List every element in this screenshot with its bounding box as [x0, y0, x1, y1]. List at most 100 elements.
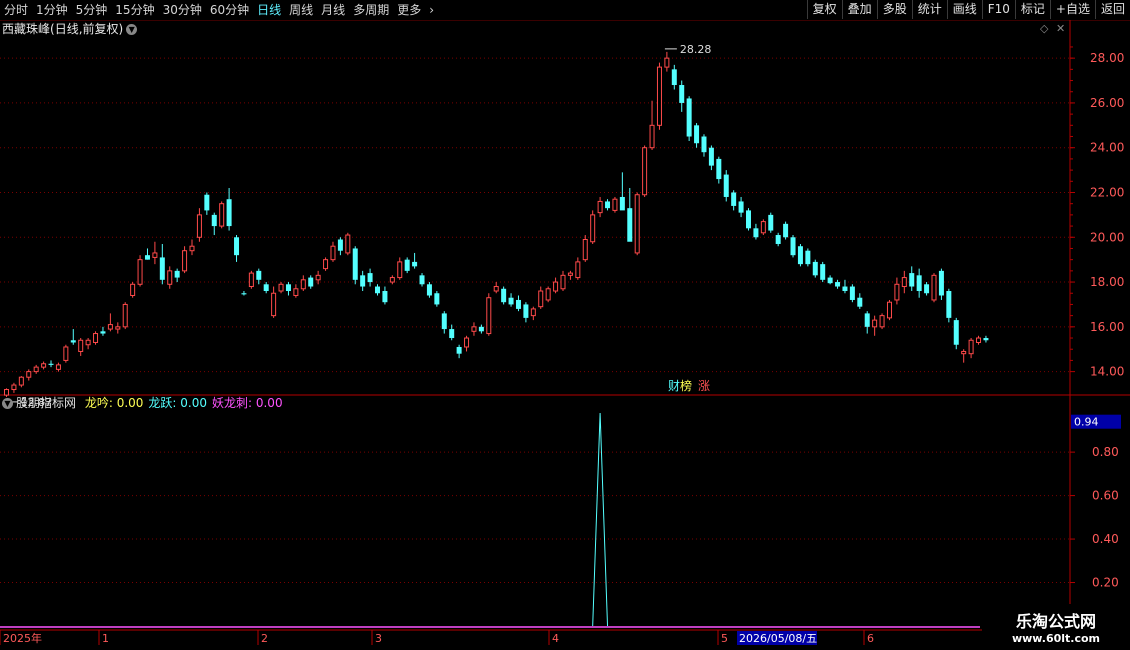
candle: [701, 134, 707, 157]
candle: [241, 291, 247, 296]
candle: [41, 361, 47, 370]
candle: [842, 279, 848, 294]
candle: [18, 376, 24, 388]
badge-1[interactable]: 榜: [680, 379, 692, 393]
candle-body: [308, 277, 314, 287]
candle-body: [419, 275, 425, 285]
badge-2[interactable]: 涨: [698, 379, 710, 393]
candle-body: [352, 248, 358, 280]
candle: [130, 282, 136, 298]
date-tick-label-4: 4: [552, 632, 559, 645]
candle: [938, 268, 944, 300]
candle: [159, 243, 165, 285]
candle-body: [471, 326, 477, 332]
candle-body: [664, 57, 670, 68]
candle: [323, 257, 329, 271]
candle-body: [226, 199, 232, 227]
candle-body: [493, 286, 499, 292]
candle-body: [293, 288, 299, 296]
indicator-title[interactable]: ▼ 股朋指标网 龙吟: 0.00 龙跃: 0.00 妖龙刺: 0.00: [2, 396, 283, 411]
candle: [404, 257, 410, 274]
candle-body: [256, 270, 262, 280]
candle: [634, 192, 640, 256]
candle: [70, 329, 76, 345]
candle-body: [753, 228, 759, 238]
candle-body: [219, 203, 225, 227]
candle: [352, 246, 358, 285]
candle-body: [894, 283, 900, 301]
candle-body: [849, 286, 855, 300]
candle: [449, 324, 455, 341]
candle-body: [731, 192, 737, 206]
candle: [137, 255, 143, 287]
price-tick-label-1: 16.00: [1090, 320, 1124, 334]
candle-body: [78, 339, 84, 352]
candle-body: [263, 284, 269, 292]
candle-body: [382, 291, 388, 303]
candle-body: [805, 250, 811, 265]
candle-body: [234, 237, 240, 256]
candle-body: [271, 292, 277, 317]
candle: [100, 326, 106, 336]
candle-body: [404, 259, 410, 271]
candle-body: [426, 284, 432, 296]
price-tick-label-0: 14.00: [1090, 365, 1124, 379]
candle: [293, 284, 299, 298]
candle-body: [842, 286, 848, 292]
candle-body: [924, 284, 930, 294]
indicator-panel: 0.94 0.80 0.60 0.40 0.20: [0, 412, 1121, 627]
candle-body: [130, 283, 136, 296]
candle: [271, 286, 277, 318]
candle-body: [464, 337, 470, 348]
candle: [55, 362, 61, 372]
candle: [545, 286, 551, 303]
candle-body: [174, 270, 180, 278]
candle: [864, 311, 870, 334]
candle: [827, 275, 833, 285]
candle-body: [916, 275, 922, 292]
candles: [4, 51, 989, 397]
longyue-spike-line: [592, 412, 609, 627]
candle: [649, 100, 655, 150]
candle-body: [968, 339, 974, 355]
candle: [976, 335, 982, 345]
chevron-down-icon[interactable]: ▼: [2, 398, 13, 409]
candle: [93, 331, 99, 345]
candle: [679, 80, 685, 112]
candle: [26, 369, 32, 381]
candle-body: [634, 194, 640, 254]
candle-body: [159, 257, 165, 280]
candle-body: [783, 223, 789, 238]
candle-body: [182, 250, 188, 272]
badges[interactable]: 财榜涨: [668, 379, 710, 393]
candle: [456, 344, 462, 359]
candle: [382, 286, 388, 305]
high-annotation: 28.28: [680, 43, 712, 56]
kline-chart[interactable]: 14.00 16.00 18.00 20.00 22.00 24.00 26.00 28.00…: [0, 0, 1130, 650]
candle: [575, 257, 581, 280]
candle: [931, 273, 937, 303]
candle-body: [122, 303, 128, 328]
candle: [716, 156, 722, 184]
candle-body: [671, 69, 677, 86]
price-tick-label-3: 20.00: [1090, 230, 1124, 244]
candle: [694, 123, 700, 148]
candle: [590, 210, 596, 244]
badge-0[interactable]: 财: [668, 379, 680, 393]
date-tick-label-5: 5: [721, 632, 728, 645]
indicator-tick-label-1: 0.80: [1092, 445, 1119, 459]
candle: [278, 282, 284, 294]
candle: [953, 317, 959, 350]
candle: [857, 293, 863, 309]
candle-body: [412, 261, 418, 267]
candle: [523, 302, 529, 323]
candle-body: [820, 264, 826, 280]
candle: [144, 248, 150, 260]
indicator-tick-label-2: 0.60: [1092, 489, 1119, 503]
candle-body: [508, 297, 514, 305]
candle-body: [167, 270, 173, 285]
candle: [330, 241, 336, 262]
candle: [797, 243, 803, 267]
candle: [345, 232, 351, 256]
candle-body: [530, 308, 536, 317]
